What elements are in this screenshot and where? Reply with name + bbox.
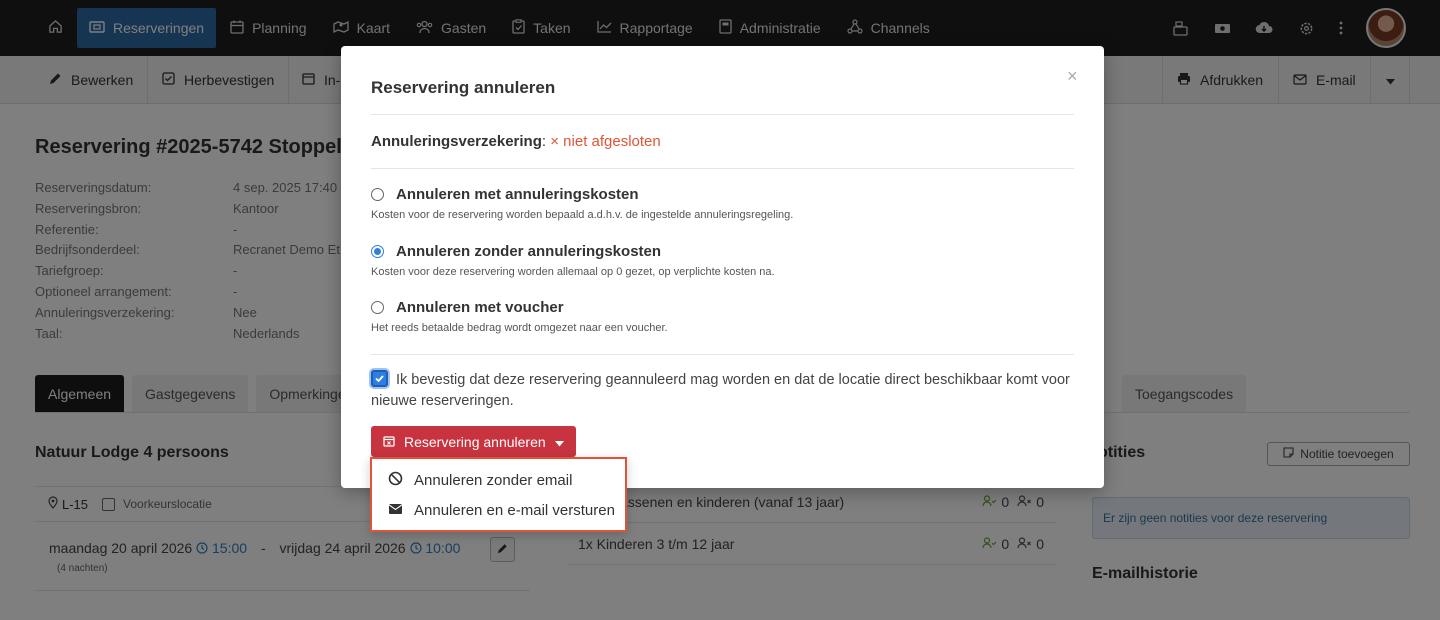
envelope-icon — [388, 502, 403, 519]
radio-voucher[interactable] — [371, 301, 384, 314]
option-description: Het reeds betaalde bedrag wordt omgezet … — [371, 322, 668, 334]
option-title: Annuleren met voucher — [396, 299, 564, 316]
insurance-status: Annuleringsverzekering: × niet afgeslote… — [371, 133, 661, 150]
calendar-x-icon — [383, 434, 395, 450]
cancel-without-email-item[interactable]: Annuleren zonder email — [388, 471, 572, 490]
x-mark-icon: × — [550, 133, 559, 150]
dropdown-item-label: Annuleren en e-mail versturen — [414, 502, 615, 519]
confirm-checkbox[interactable] — [371, 370, 388, 387]
cancel-reservation-button[interactable]: Reservering annuleren — [371, 426, 576, 457]
option-title: Annuleren zonder annuleringskosten — [396, 243, 662, 260]
confirm-row: Ik bevestig dat deze reservering geannul… — [371, 370, 1071, 412]
cancel-button-label: Reservering annuleren — [404, 433, 546, 450]
modal-title: Reservering annuleren — [371, 78, 556, 97]
dropdown-item-label: Annuleren zonder email — [414, 472, 573, 489]
insurance-label: Annuleringsverzekering — [371, 133, 542, 150]
divider — [371, 168, 1074, 169]
option-description: Kosten voor de reservering worden bepaal… — [371, 209, 794, 221]
insurance-value: niet afgesloten — [563, 133, 661, 150]
cancel-with-email-item[interactable]: Annuleren en e-mail versturen — [388, 502, 615, 519]
option-with-costs[interactable]: Annuleren met annuleringskosten Kosten v… — [371, 186, 793, 221]
cancel-options-dropdown: Annuleren zonder email Annuleren en e-ma… — [370, 457, 627, 532]
option-description: Kosten voor deze reservering worden alle… — [371, 266, 775, 278]
cancel-reservation-modal: Reservering annuleren × Annuleringsverze… — [341, 46, 1104, 488]
option-without-costs[interactable]: Annuleren zonder annuleringskosten Koste… — [371, 243, 775, 278]
confirm-text: Ik bevestig dat deze reservering geannul… — [371, 372, 1070, 409]
insurance-colon: : — [541, 133, 547, 150]
divider — [371, 354, 1074, 355]
option-title: Annuleren met annuleringskosten — [396, 186, 639, 203]
caret-down-icon — [554, 434, 564, 450]
ban-icon — [388, 471, 403, 490]
radio-with-costs[interactable] — [371, 188, 384, 201]
close-icon[interactable]: × — [1067, 66, 1078, 87]
radio-without-costs[interactable] — [371, 245, 384, 258]
divider — [371, 114, 1074, 115]
option-voucher[interactable]: Annuleren met voucher Het reeds betaalde… — [371, 299, 668, 334]
